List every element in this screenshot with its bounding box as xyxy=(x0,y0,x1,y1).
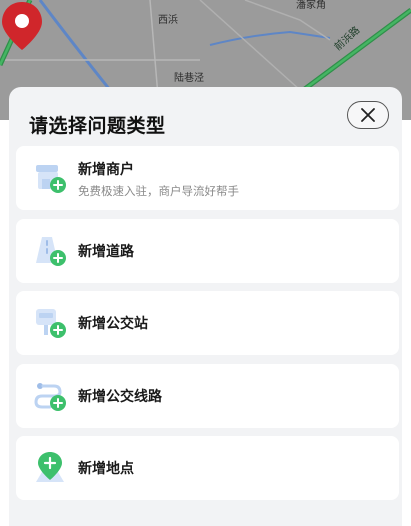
place-add-icon xyxy=(36,452,64,482)
option-subtitle: 免费极速入驻，商户导流好帮手 xyxy=(78,184,239,198)
option-title: 新增地点 xyxy=(78,461,134,477)
map-label-xibang: 西浜 xyxy=(158,15,178,26)
sheet-title: 请选择问题类型 xyxy=(29,115,166,137)
option-title: 新增道路 xyxy=(78,244,134,260)
option-add-road[interactable]: 新增道路 xyxy=(16,219,399,283)
option-add-place[interactable]: 新增地点 xyxy=(16,436,399,500)
location-pin-icon[interactable] xyxy=(0,0,44,52)
problem-type-sheet: 请选择问题类型 新增商户 免费极速入驻，商户导流好帮手 新增道路 新增公交站 新… xyxy=(9,87,402,526)
map-label-luxiang: 陆巷泾 xyxy=(174,73,204,84)
bus-route-add-icon xyxy=(34,383,66,411)
option-add-shop[interactable]: 新增商户 免费极速入驻，商户导流好帮手 xyxy=(16,146,399,210)
option-add-bus-route[interactable]: 新增公交线路 xyxy=(16,364,399,428)
option-title: 新增公交站 xyxy=(78,316,148,332)
option-add-bus-stop[interactable]: 新增公交站 xyxy=(16,291,399,355)
option-title: 新增商户 xyxy=(78,162,134,178)
map-label-panjia: 潘家角 xyxy=(296,0,326,11)
road-add-icon xyxy=(36,237,66,266)
close-icon xyxy=(361,108,375,122)
bus-stop-add-icon xyxy=(36,309,66,338)
close-button[interactable] xyxy=(347,101,389,129)
option-title: 新增公交线路 xyxy=(78,389,162,405)
shop-add-icon xyxy=(36,165,66,193)
